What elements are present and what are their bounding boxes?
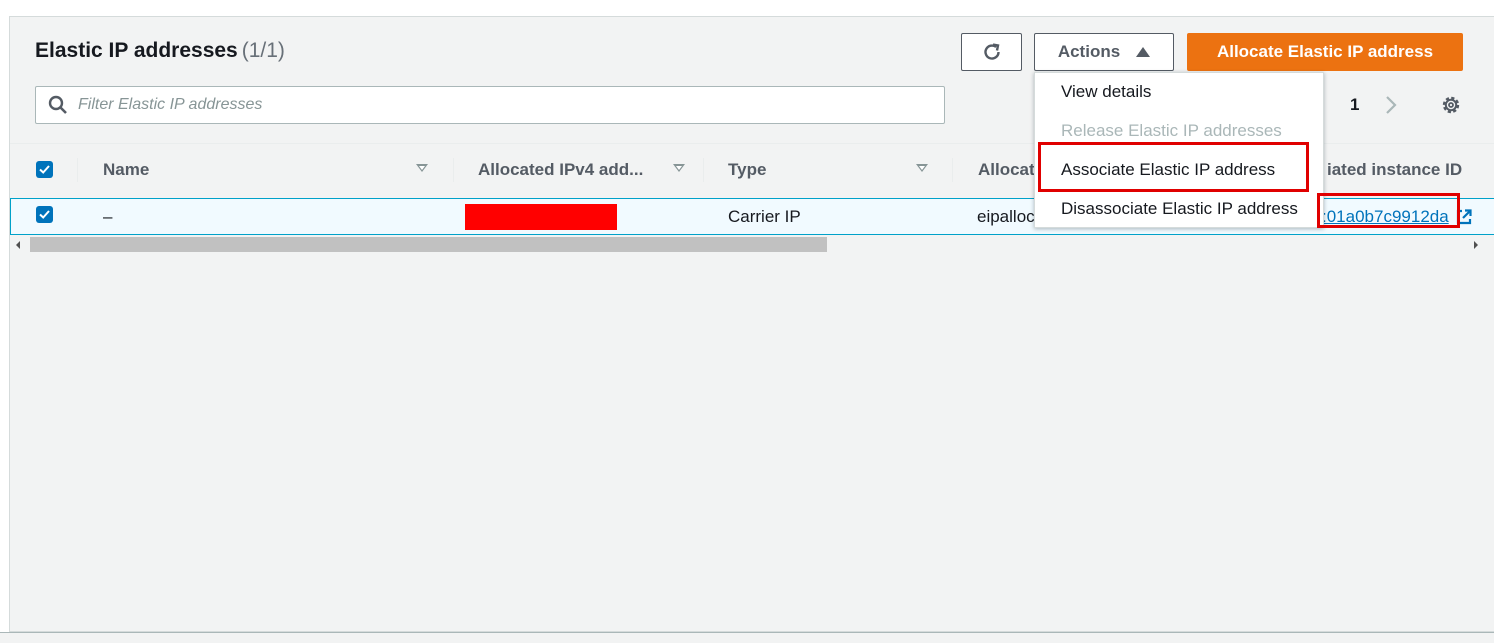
column-label: iated instance ID bbox=[1327, 160, 1463, 179]
menu-item-release-elastic-ip: Release Elastic IP addresses bbox=[1061, 121, 1282, 140]
cell-type: Carrier IP bbox=[728, 206, 801, 226]
column-separator bbox=[453, 158, 454, 182]
search-box bbox=[35, 86, 945, 124]
actions-button[interactable]: Actions bbox=[1034, 33, 1174, 71]
caret-up-icon bbox=[1136, 47, 1151, 57]
cell-name: – bbox=[103, 206, 113, 226]
elastic-ip-panel: Elastic IP addresses (1/1) Actions Alloca… bbox=[9, 16, 1494, 632]
scrollbar-thumb[interactable] bbox=[30, 237, 827, 252]
page-title: Elastic IP addresses (1/1) bbox=[35, 39, 285, 63]
refresh-button[interactable] bbox=[961, 33, 1022, 71]
column-header-instance-id[interactable]: iated instance ID bbox=[1327, 144, 1487, 196]
checkmark-icon bbox=[39, 165, 50, 174]
select-all-checkbox[interactable] bbox=[36, 161, 53, 178]
redacted-ipv4 bbox=[465, 204, 617, 230]
menu-item-disassociate-elastic-ip[interactable]: Disassociate Elastic IP address bbox=[1061, 199, 1298, 219]
scroll-right-icon[interactable] bbox=[1474, 241, 1478, 249]
actions-label: Actions bbox=[1057, 42, 1121, 61]
chevron-right-icon[interactable] bbox=[1384, 93, 1400, 117]
menu-item-view-details[interactable]: View details bbox=[1061, 82, 1151, 102]
column-separator bbox=[77, 158, 78, 182]
selection-count: (1/1) bbox=[241, 39, 285, 62]
sort-icon[interactable] bbox=[673, 164, 685, 172]
refresh-icon bbox=[983, 43, 1000, 60]
allocate-elastic-ip-button[interactable]: Allocate Elastic IP address bbox=[1187, 33, 1463, 71]
highlight-box-instance-id bbox=[1317, 193, 1460, 228]
horizontal-scrollbar[interactable] bbox=[10, 235, 1494, 253]
column-header-allocated-ipv4[interactable]: Allocated IPv4 add... bbox=[478, 144, 688, 196]
highlight-box-associate bbox=[1038, 142, 1309, 192]
page-number[interactable]: 1 bbox=[1350, 95, 1359, 115]
column-header-type[interactable]: Type bbox=[728, 144, 938, 196]
column-separator bbox=[703, 158, 704, 182]
page-title-text: Elastic IP addresses bbox=[35, 39, 238, 62]
scroll-left-icon[interactable] bbox=[16, 241, 20, 249]
column-label: Type bbox=[728, 160, 767, 179]
row-checkbox[interactable] bbox=[36, 206, 53, 223]
column-separator bbox=[952, 158, 953, 182]
column-label: Name bbox=[103, 160, 150, 179]
bottom-bar bbox=[0, 632, 1494, 643]
column-label: Allocated IPv4 add... bbox=[478, 160, 644, 179]
sort-icon[interactable] bbox=[416, 164, 428, 172]
gear-icon[interactable] bbox=[1439, 93, 1463, 117]
search-icon bbox=[48, 95, 67, 114]
column-label: Allocat bbox=[978, 160, 1035, 179]
cell-allocation-id: eipalloc bbox=[977, 206, 1035, 226]
allocate-label: Allocate Elastic IP address bbox=[1216, 42, 1434, 61]
checkmark-icon bbox=[39, 210, 50, 219]
sort-icon[interactable] bbox=[916, 164, 928, 172]
search-input[interactable] bbox=[78, 96, 898, 114]
column-header-name[interactable]: Name bbox=[103, 144, 433, 196]
